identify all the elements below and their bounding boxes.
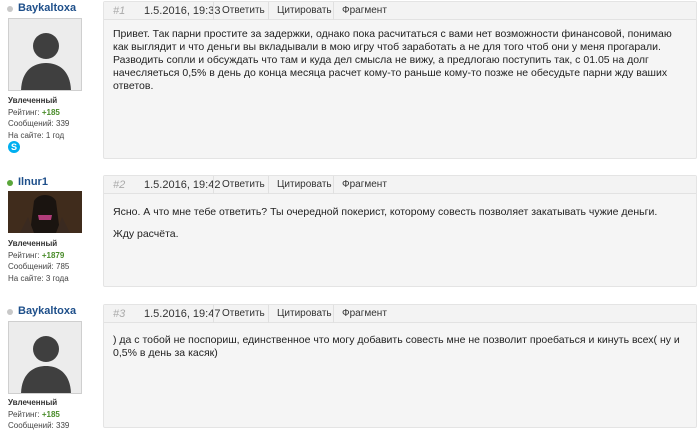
author-username[interactable]: Baykaltoxa [18, 2, 76, 14]
avatar[interactable] [8, 191, 82, 233]
forum-post: Baykaltoxa Увлеченный Рейтинг: +185 Сооб… [0, 303, 700, 430]
post-number[interactable]: #3 [113, 308, 125, 320]
author-username[interactable]: Ilnur1 [18, 176, 48, 188]
author-on-site: На сайте: 3 года [8, 273, 69, 283]
offline-status-icon [7, 6, 13, 12]
author-meta: Увлеченный Рейтинг: +185 Сообщений: 339 … [8, 95, 69, 141]
post-content: #2 1.5.2016, 19:42 Ответить Цитировать Ф… [103, 175, 697, 287]
fragment-button[interactable]: Фрагмент [333, 2, 395, 20]
author-on-site: На сайте: 1 год [8, 130, 65, 140]
author-meta: Увлеченный Рейтинг: +1879 Сообщений: 785… [8, 238, 69, 284]
forum-post: Baykaltoxa Увлеченный Рейтинг: +185 Сооб… [0, 0, 700, 165]
author-rating: Рейтинг: +185 [8, 409, 60, 419]
post-body: Ясно. А что мне тебе ответить? Ты очеред… [104, 194, 696, 257]
author-messages: Сообщений: 339 [8, 421, 70, 430]
offline-status-icon [7, 309, 13, 315]
post-number[interactable]: #1 [113, 5, 125, 17]
skype-icon[interactable]: S [8, 141, 20, 153]
post-number[interactable]: #2 [113, 179, 125, 191]
post-header: #3 1.5.2016, 19:47 Ответить Цитировать Ф… [104, 305, 696, 323]
post-text: ) да с тобой не поспориш, единственное ч… [113, 334, 680, 359]
post-date: 1.5.2016, 19:47 [144, 308, 221, 320]
post-date: 1.5.2016, 19:33 [144, 5, 221, 17]
post-text: Привет. Так парни простите за задержки, … [113, 28, 672, 92]
post-date: 1.5.2016, 19:42 [144, 179, 221, 191]
post-body: Привет. Так парни простите за задержки, … [104, 20, 696, 109]
default-avatar-icon [9, 19, 81, 90]
reply-button[interactable]: Ответить [213, 176, 273, 194]
author-messages: Сообщений: 785 [8, 262, 70, 271]
reply-button[interactable]: Ответить [213, 305, 273, 323]
post-text: Ясно. А что мне тебе ответить? Ты очеред… [113, 206, 658, 218]
fragment-button[interactable]: Фрагмент [333, 176, 395, 194]
online-status-icon [7, 180, 13, 186]
post-header: #2 1.5.2016, 19:42 Ответить Цитировать Ф… [104, 176, 696, 194]
avatar[interactable] [8, 18, 82, 91]
forum-post: Ilnur1 Увлеченный Рейтинг: +1879 Сообщен… [0, 174, 700, 294]
quote-button[interactable]: Цитировать [268, 176, 340, 194]
post-header: #1 1.5.2016, 19:33 Ответить Цитировать Ф… [104, 2, 696, 20]
author-rank: Увлеченный [8, 96, 58, 105]
author-rating: Рейтинг: +185 [8, 107, 60, 117]
post-text: Жду расчёта. [113, 228, 179, 240]
post-content: #3 1.5.2016, 19:47 Ответить Цитировать Ф… [103, 304, 697, 428]
author-username[interactable]: Baykaltoxa [18, 305, 76, 317]
author-rating: Рейтинг: +1879 [8, 250, 65, 260]
avatar[interactable] [8, 321, 82, 394]
reply-button[interactable]: Ответить [213, 2, 273, 20]
default-avatar-icon [9, 322, 81, 393]
post-content: #1 1.5.2016, 19:33 Ответить Цитировать Ф… [103, 1, 697, 159]
author-rank: Увлеченный [8, 239, 58, 248]
author-meta: Увлеченный Рейтинг: +185 Сообщений: 339 [8, 397, 69, 430]
fragment-button[interactable]: Фрагмент [333, 305, 395, 323]
quote-button[interactable]: Цитировать [268, 2, 340, 20]
hooded-figure-avatar [8, 191, 82, 233]
author-rank: Увлеченный [8, 398, 58, 407]
quote-button[interactable]: Цитировать [268, 305, 340, 323]
post-body: ) да с тобой не поспориш, единственное ч… [104, 323, 696, 376]
author-messages: Сообщений: 339 [8, 119, 70, 128]
